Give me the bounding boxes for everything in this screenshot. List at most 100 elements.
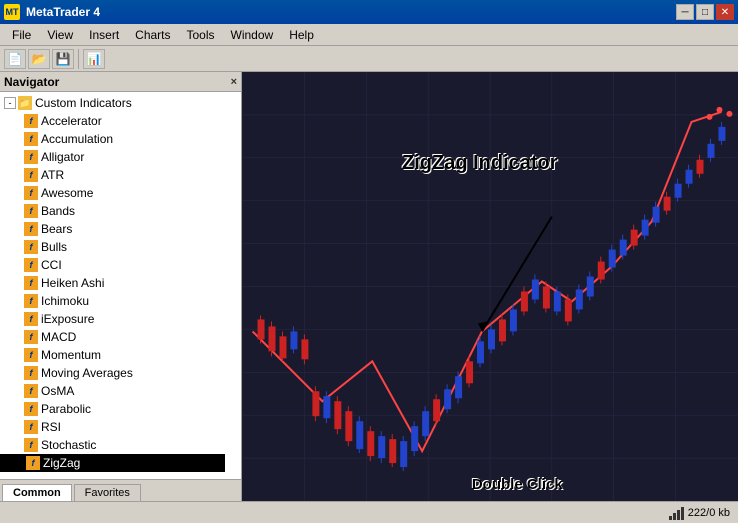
menu-insert[interactable]: Insert xyxy=(81,26,127,44)
chart-svg xyxy=(242,72,738,501)
indicator-icon-osma: f xyxy=(24,384,38,398)
indicator-label-bands: Bands xyxy=(41,204,75,218)
app-icon: MT xyxy=(4,4,20,20)
indicator-icon-macd: f xyxy=(24,330,38,344)
tree-item-parabolic[interactable]: fParabolic xyxy=(0,400,225,418)
indicator-label-moving averages: Moving Averages xyxy=(41,366,133,380)
indicator-label-accumulation: Accumulation xyxy=(41,132,113,146)
minimize-button[interactable]: ─ xyxy=(676,4,694,20)
indicator-label-stochastic: Stochastic xyxy=(41,438,96,452)
tree-item-osma[interactable]: fOsMA xyxy=(0,382,225,400)
menu-bar: File View Insert Charts Tools Window Hel… xyxy=(0,24,738,46)
indicator-icon-rsi: f xyxy=(24,420,38,434)
tree-item-iexposure[interactable]: fiExposure xyxy=(0,310,225,328)
tree-item-stochastic[interactable]: fStochastic xyxy=(0,436,225,454)
tree-item-ichimoku[interactable]: fIchimoku xyxy=(0,292,225,310)
tree-item-zigzag[interactable]: fZigZag xyxy=(0,454,225,472)
tree-item-accelerator[interactable]: fAccelerator xyxy=(0,112,225,130)
indicator-label-accelerator: Accelerator xyxy=(41,114,102,128)
tree-item-macd[interactable]: fMACD xyxy=(0,328,225,346)
tree-item-bears[interactable]: fBears xyxy=(0,220,225,238)
indicator-icon-parabolic: f xyxy=(24,402,38,416)
bar-seg-2 xyxy=(673,513,676,520)
close-button[interactable]: ✕ xyxy=(716,4,734,20)
double-click-label: Double Click xyxy=(472,476,563,493)
tree-item-rsi[interactable]: fRSI xyxy=(0,418,225,436)
indicator-icon-alligator: f xyxy=(24,150,38,164)
title-bar-controls: ─ □ ✕ xyxy=(676,4,734,20)
navigator-header: Navigator × xyxy=(0,72,241,92)
toolbar-save[interactable]: 💾 xyxy=(52,49,74,69)
chart-area: ZigZag Indicator Double Click xyxy=(242,72,738,501)
navigator-content: - 📁 Custom Indicators fAcceleratorfAccum… xyxy=(0,92,241,479)
bar-seg-4 xyxy=(681,507,684,520)
tree-item-momentum[interactable]: fMomentum xyxy=(0,346,225,364)
indicator-label-osma: OsMA xyxy=(41,384,74,398)
tree-item-awesome[interactable]: fAwesome xyxy=(0,184,225,202)
tree-item-moving-averages[interactable]: fMoving Averages xyxy=(0,364,225,382)
tree-item-alligator[interactable]: fAlligator xyxy=(0,148,225,166)
toolbar: 📄 📂 💾 📊 xyxy=(0,46,738,72)
bar-seg-1 xyxy=(669,516,672,520)
tree-item-heiken-ashi[interactable]: fHeiken Ashi xyxy=(0,274,225,292)
tree-children: fAcceleratorfAccumulationfAlligatorfATRf… xyxy=(0,112,225,472)
indicator-label-ichimoku: Ichimoku xyxy=(41,294,89,308)
custom-indicators-label: Custom Indicators xyxy=(35,96,132,110)
navigator-panel: Navigator × - 📁 Custom Indicators fAccel… xyxy=(0,72,242,501)
indicator-icon-momentum: f xyxy=(24,348,38,362)
indicator-icon-heiken ashi: f xyxy=(24,276,38,290)
status-bars-icon xyxy=(669,506,684,520)
menu-tools[interactable]: Tools xyxy=(179,26,223,44)
indicator-label-zigzag: ZigZag xyxy=(43,456,80,470)
memory-value: 222/0 kb xyxy=(688,507,730,519)
indicator-icon-accumulation: f xyxy=(24,132,38,146)
indicator-icon-atr: f xyxy=(24,168,38,182)
indicator-icon-stochastic: f xyxy=(24,438,38,452)
toolbar-open[interactable]: 📂 xyxy=(28,49,50,69)
status-bar: 222/0 kb xyxy=(0,501,738,523)
tab-common[interactable]: Common xyxy=(2,484,72,501)
indicator-label-rsi: RSI xyxy=(41,420,61,434)
tree-item-cci[interactable]: fCCI xyxy=(0,256,225,274)
tab-favorites[interactable]: Favorites xyxy=(74,484,141,501)
indicator-icon-ichimoku: f xyxy=(24,294,38,308)
tree-root-item[interactable]: - 📁 Custom Indicators xyxy=(0,94,225,112)
tree-scroll[interactable]: - 📁 Custom Indicators fAcceleratorfAccum… xyxy=(0,92,241,479)
toolbar-chart[interactable]: 📊 xyxy=(83,49,105,69)
menu-help[interactable]: Help xyxy=(281,26,322,44)
indicator-icon-cci: f xyxy=(24,258,38,272)
tree-item-atr[interactable]: fATR xyxy=(0,166,225,184)
toolbar-separator xyxy=(78,49,79,69)
indicator-icon-bulls: f xyxy=(24,240,38,254)
status-memory: 222/0 kb xyxy=(669,506,730,520)
navigator-title: Navigator xyxy=(4,75,59,89)
indicator-label-bears: Bears xyxy=(41,222,72,236)
tree-item-accumulation[interactable]: fAccumulation xyxy=(0,130,225,148)
indicator-label-iexposure: iExposure xyxy=(41,312,94,326)
title-bar-left: MT MetaTrader 4 xyxy=(4,4,100,20)
expand-icon: - xyxy=(4,97,16,109)
tree-item-bulls[interactable]: fBulls xyxy=(0,238,225,256)
navigator-close-button[interactable]: × xyxy=(231,76,237,88)
indicator-label-alligator: Alligator xyxy=(41,150,84,164)
title-bar: MT MetaTrader 4 ─ □ ✕ xyxy=(0,0,738,24)
indicator-icon-bears: f xyxy=(24,222,38,236)
indicator-label-awesome: Awesome xyxy=(41,186,93,200)
double-click-text: Double Click xyxy=(472,476,563,493)
indicator-label-cci: CCI xyxy=(41,258,62,272)
indicator-label-bulls: Bulls xyxy=(41,240,67,254)
indicator-icon-awesome: f xyxy=(24,186,38,200)
zigzag-annotation: ZigZag Indicator xyxy=(402,152,558,175)
maximize-button[interactable]: □ xyxy=(696,4,714,20)
tree-item-bands[interactable]: fBands xyxy=(0,202,225,220)
menu-view[interactable]: View xyxy=(39,26,81,44)
app-title: MetaTrader 4 xyxy=(26,5,100,19)
bar-seg-3 xyxy=(677,510,680,520)
indicator-icon-bands: f xyxy=(24,204,38,218)
indicator-icon-moving averages: f xyxy=(24,366,38,380)
menu-window[interactable]: Window xyxy=(223,26,282,44)
menu-charts[interactable]: Charts xyxy=(127,26,178,44)
toolbar-new[interactable]: 📄 xyxy=(4,49,26,69)
indicator-label-heiken ashi: Heiken Ashi xyxy=(41,276,104,290)
menu-file[interactable]: File xyxy=(4,26,39,44)
